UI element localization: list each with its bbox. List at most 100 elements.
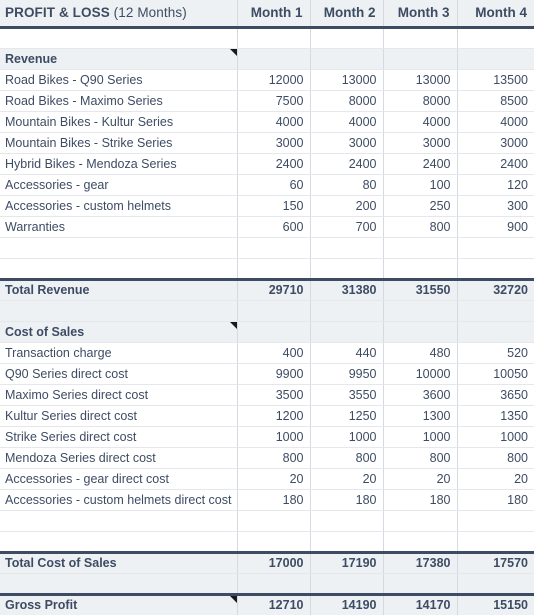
value-cell-month-3[interactable]: 20 — [383, 468, 458, 490]
value-cell-month-1[interactable] — [237, 237, 311, 259]
value-cell-month-2[interactable]: 1250 — [310, 405, 384, 427]
value-cell-month-3[interactable]: 4000 — [383, 111, 458, 133]
value-cell-month-2[interactable]: 800 — [310, 447, 384, 469]
value-cell-month-2[interactable]: 14190 — [310, 592, 384, 615]
row-label-cell[interactable] — [0, 573, 238, 595]
row-label-cell[interactable]: Kultur Series direct cost — [0, 405, 238, 427]
row-label-cell[interactable] — [0, 510, 238, 532]
column-header-month-2[interactable]: Month 2 — [310, 0, 384, 29]
value-cell-month-2[interactable]: 1000 — [310, 426, 384, 448]
value-cell-month-2[interactable] — [310, 510, 384, 532]
value-cell-month-2[interactable]: 2400 — [310, 153, 384, 175]
value-cell-month-3[interactable]: 10000 — [383, 363, 458, 385]
value-cell-month-2[interactable]: 180 — [310, 489, 384, 511]
value-cell-month-4[interactable] — [457, 48, 534, 70]
value-cell-month-2[interactable] — [310, 573, 384, 595]
value-cell-month-1[interactable] — [237, 48, 311, 70]
row-label-cell[interactable]: Mountain Bikes - Strike Series — [0, 132, 238, 154]
value-cell-month-3[interactable] — [383, 321, 458, 343]
value-cell-month-3[interactable]: 800 — [383, 216, 458, 238]
value-cell-month-1[interactable]: 60 — [237, 174, 311, 196]
value-cell-month-3[interactable] — [383, 510, 458, 532]
value-cell-month-3[interactable]: 31550 — [383, 277, 458, 301]
row-label-cell[interactable]: Total Revenue — [0, 277, 238, 301]
value-cell-month-4[interactable]: 3000 — [457, 132, 534, 154]
value-cell-month-2[interactable] — [310, 27, 384, 49]
value-cell-month-4[interactable] — [457, 573, 534, 595]
value-cell-month-4[interactable]: 1350 — [457, 405, 534, 427]
value-cell-month-1[interactable] — [237, 510, 311, 532]
value-cell-month-3[interactable]: 8000 — [383, 90, 458, 112]
row-label-cell[interactable] — [0, 27, 238, 49]
value-cell-month-2[interactable]: 440 — [310, 342, 384, 364]
value-cell-month-1[interactable]: 1000 — [237, 426, 311, 448]
value-cell-month-4[interactable] — [457, 321, 534, 343]
value-cell-month-1[interactable]: 800 — [237, 447, 311, 469]
value-cell-month-4[interactable] — [457, 258, 534, 280]
value-cell-month-2[interactable]: 17190 — [310, 550, 384, 574]
row-label-cell[interactable]: Accessories - custom helmets direct cost — [0, 489, 238, 511]
value-cell-month-3[interactable] — [383, 48, 458, 70]
value-cell-month-1[interactable] — [237, 258, 311, 280]
value-cell-month-4[interactable]: 8500 — [457, 90, 534, 112]
row-label-cell[interactable]: Transaction charge — [0, 342, 238, 364]
value-cell-month-4[interactable]: 3650 — [457, 384, 534, 406]
value-cell-month-1[interactable]: 9900 — [237, 363, 311, 385]
value-cell-month-2[interactable] — [310, 48, 384, 70]
row-label-cell[interactable]: Mendoza Series direct cost — [0, 447, 238, 469]
column-header-month-1[interactable]: Month 1 — [237, 0, 311, 29]
row-label-cell[interactable] — [0, 300, 238, 322]
value-cell-month-1[interactable] — [237, 27, 311, 49]
row-label-cell[interactable]: Gross Profit — [0, 592, 238, 615]
row-label-cell[interactable]: Strike Series direct cost — [0, 426, 238, 448]
value-cell-month-2[interactable] — [310, 258, 384, 280]
row-label-cell[interactable]: Accessories - custom helmets — [0, 195, 238, 217]
value-cell-month-1[interactable]: 180 — [237, 489, 311, 511]
value-cell-month-3[interactable]: 3000 — [383, 132, 458, 154]
value-cell-month-4[interactable]: 900 — [457, 216, 534, 238]
value-cell-month-2[interactable] — [310, 237, 384, 259]
value-cell-month-2[interactable]: 80 — [310, 174, 384, 196]
value-cell-month-2[interactable]: 3550 — [310, 384, 384, 406]
value-cell-month-2[interactable]: 13000 — [310, 69, 384, 91]
value-cell-month-1[interactable]: 400 — [237, 342, 311, 364]
value-cell-month-2[interactable]: 700 — [310, 216, 384, 238]
row-label-cell[interactable]: Road Bikes - Q90 Series — [0, 69, 238, 91]
value-cell-month-2[interactable] — [310, 531, 384, 553]
value-cell-month-4[interactable] — [457, 510, 534, 532]
value-cell-month-4[interactable]: 32720 — [457, 277, 534, 301]
value-cell-month-1[interactable]: 20 — [237, 468, 311, 490]
value-cell-month-4[interactable] — [457, 531, 534, 553]
row-label-cell[interactable]: Total Cost of Sales — [0, 550, 238, 574]
value-cell-month-1[interactable]: 3000 — [237, 132, 311, 154]
value-cell-month-4[interactable]: 15150 — [457, 592, 534, 615]
value-cell-month-3[interactable]: 800 — [383, 447, 458, 469]
value-cell-month-4[interactable]: 180 — [457, 489, 534, 511]
value-cell-month-1[interactable]: 4000 — [237, 111, 311, 133]
row-label-cell[interactable]: Accessories - gear — [0, 174, 238, 196]
value-cell-month-3[interactable]: 180 — [383, 489, 458, 511]
value-cell-month-1[interactable]: 3500 — [237, 384, 311, 406]
value-cell-month-1[interactable]: 150 — [237, 195, 311, 217]
value-cell-month-3[interactable]: 250 — [383, 195, 458, 217]
value-cell-month-3[interactable]: 17380 — [383, 550, 458, 574]
value-cell-month-2[interactable]: 8000 — [310, 90, 384, 112]
value-cell-month-4[interactable]: 520 — [457, 342, 534, 364]
value-cell-month-1[interactable] — [237, 321, 311, 343]
row-label-cell[interactable]: Cost of Sales — [0, 321, 238, 343]
row-label-cell[interactable]: Revenue — [0, 48, 238, 70]
row-label-cell[interactable]: Mountain Bikes - Kultur Series — [0, 111, 238, 133]
value-cell-month-2[interactable] — [310, 300, 384, 322]
value-cell-month-1[interactable]: 12710 — [237, 592, 311, 615]
value-cell-month-2[interactable]: 9950 — [310, 363, 384, 385]
value-cell-month-4[interactable]: 120 — [457, 174, 534, 196]
value-cell-month-1[interactable] — [237, 573, 311, 595]
row-label-cell[interactable]: Accessories - gear direct cost — [0, 468, 238, 490]
value-cell-month-3[interactable]: 14170 — [383, 592, 458, 615]
value-cell-month-1[interactable]: 17000 — [237, 550, 311, 574]
value-cell-month-3[interactable]: 3600 — [383, 384, 458, 406]
value-cell-month-4[interactable]: 13500 — [457, 69, 534, 91]
value-cell-month-4[interactable]: 1000 — [457, 426, 534, 448]
value-cell-month-4[interactable]: 4000 — [457, 111, 534, 133]
row-label-cell[interactable] — [0, 237, 238, 259]
